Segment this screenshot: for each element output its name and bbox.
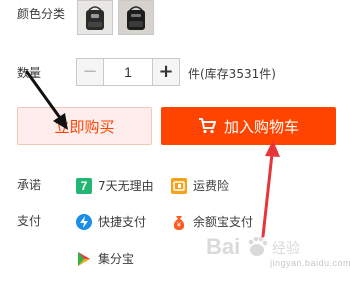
promise-item-7day[interactable]: 7 7天无理由: [76, 177, 154, 194]
payment-item-yuebao[interactable]: ¥ 余额宝支付: [171, 213, 253, 230]
yuebao-icon: ¥: [171, 214, 187, 230]
grey-bag-thumbnail: [119, 1, 153, 34]
payment-item-label: 余额宝支付: [193, 215, 254, 229]
payment-item-label: 集分宝: [98, 252, 135, 266]
promise-item-label: 运费险: [193, 179, 230, 193]
promise-item-label: 7天无理由: [98, 179, 154, 193]
promise-label: 承诺: [17, 178, 42, 192]
buy-now-button[interactable]: 立即购买: [17, 107, 152, 145]
stock-info: 件(库存3531件): [188, 67, 276, 81]
color-swatch-2[interactable]: [118, 0, 154, 35]
cart-icon: [198, 118, 216, 134]
black-bag-thumbnail: [78, 1, 112, 34]
seven-day-return-icon: 7: [76, 177, 92, 194]
shipping-insurance-icon: [171, 177, 187, 194]
payment-item-quick-pay[interactable]: 快捷支付: [76, 213, 146, 230]
plus-icon: +: [158, 61, 174, 82]
minus-icon: −: [82, 61, 98, 82]
color-label: 颜色分类: [17, 7, 66, 21]
promise-item-shipping-insurance[interactable]: 运费险: [171, 177, 229, 194]
jifenbao-icon: [76, 251, 92, 267]
red-arrow-icon: [261, 140, 280, 238]
svg-text:¥: ¥: [177, 222, 181, 229]
watermark-text: Bai: [206, 234, 240, 259]
quick-pay-icon: [76, 213, 92, 230]
quantity-decrement-button[interactable]: −: [76, 58, 104, 86]
payment-label: 支付: [17, 214, 42, 228]
watermark-url: jingyan.baidu.com: [270, 258, 350, 268]
add-to-cart-button[interactable]: 加入购物车: [161, 107, 336, 145]
buy-now-label: 立即购买: [54, 117, 115, 136]
quantity-input[interactable]: 1: [104, 58, 152, 86]
payment-item-jifenbao[interactable]: 集分宝: [76, 250, 134, 267]
color-swatch-1[interactable]: [77, 0, 113, 35]
payment-item-label: 快捷支付: [98, 215, 147, 229]
svg-text:经验: 经验: [272, 241, 300, 257]
quantity-label: 数量: [17, 66, 42, 80]
quantity-increment-button[interactable]: +: [152, 58, 180, 86]
add-to-cart-label: 加入购物车: [223, 117, 299, 136]
